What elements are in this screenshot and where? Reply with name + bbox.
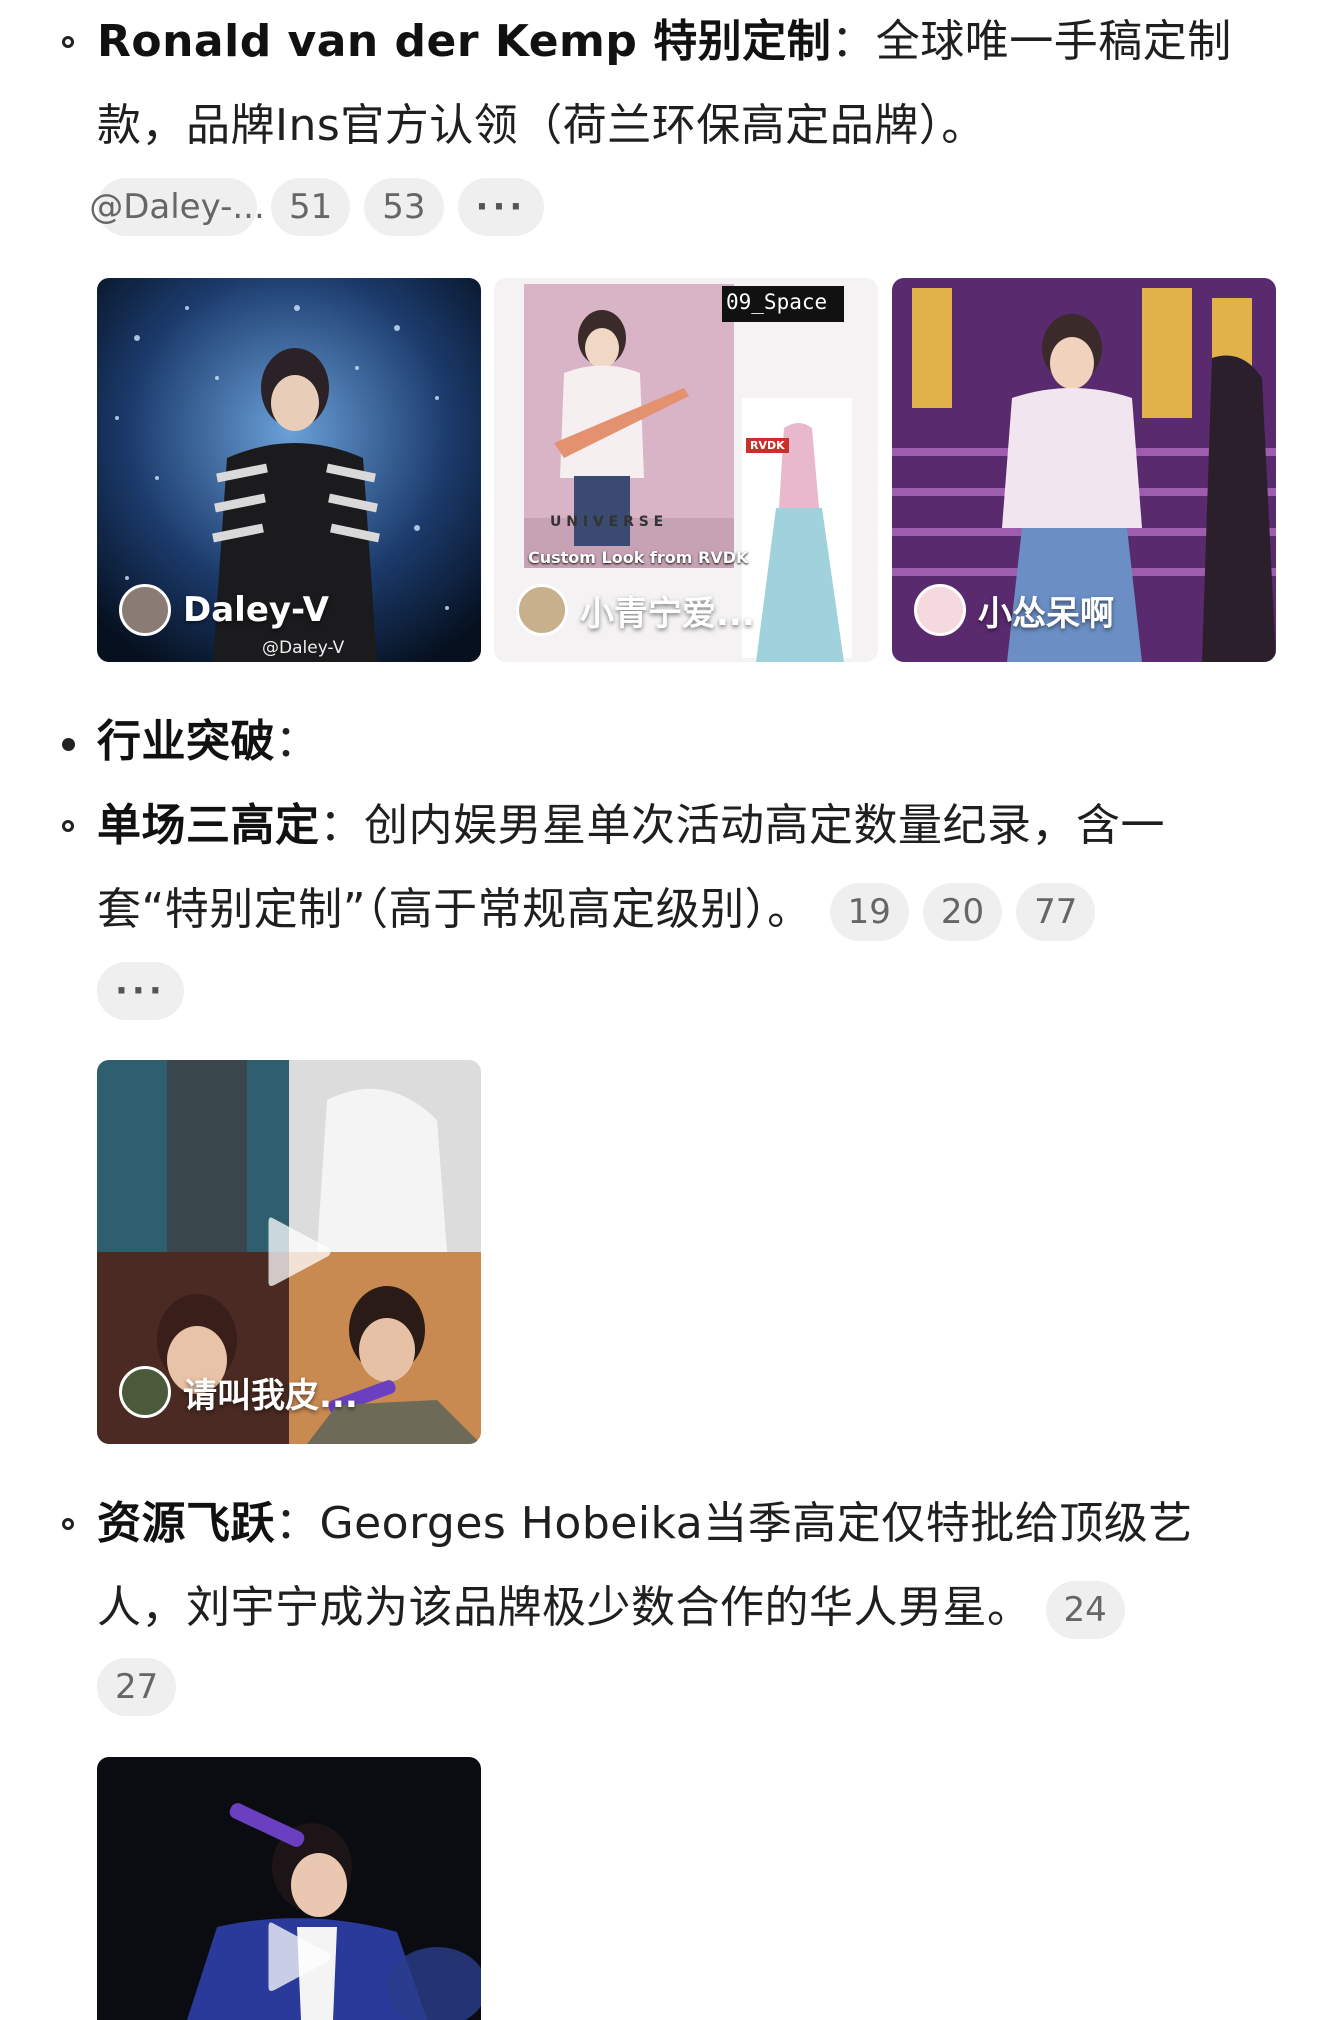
image-card-2[interactable]: 09_Space U N I V E R S E Custom Look fro… — [494, 278, 878, 662]
watermark: @Daley-V — [262, 638, 345, 658]
sketch-label: RVDK — [746, 438, 789, 453]
reference-pill[interactable]: 24 — [1045, 1581, 1125, 1639]
heading-resources: 资源飞跃 — [97, 1498, 275, 1549]
poster-caption: Custom Look from RVDK — [528, 548, 749, 567]
heading-industry: 行业突破 — [97, 716, 275, 767]
username: Daley-V — [183, 590, 329, 630]
video-card-2[interactable] — [97, 1757, 481, 2020]
bullet-hollow — [62, 1518, 74, 1530]
image-author[interactable]: 小青宁爱... — [516, 584, 755, 636]
image-card-1[interactable]: Daley-V @Daley-V — [97, 278, 481, 662]
reference-pill[interactable]: 27 — [97, 1658, 177, 1716]
reference-pill[interactable]: 51 — [271, 178, 351, 236]
play-icon[interactable] — [265, 1212, 335, 1292]
page: Ronald van der Kemp 特别定制：全球唯一手稿定制款，品牌Ins… — [0, 0, 1320, 2020]
image-author[interactable]: 小怂呆啊 — [914, 584, 1114, 636]
reference-pill[interactable]: 19 — [829, 883, 909, 941]
heading-industry-colon: ： — [275, 716, 320, 767]
video-card-1[interactable]: 请叫我皮... — [97, 1060, 481, 1444]
reference-pills-3: ··· — [97, 962, 198, 1020]
reference-pill[interactable]: 77 — [1016, 883, 1096, 941]
heading-three-couture: 单场三高定 — [97, 800, 320, 851]
reference-pills-4: 27 — [97, 1658, 190, 1716]
poster-tag: 09_Space — [726, 290, 828, 314]
image-card-3[interactable]: 小怂呆啊 — [892, 278, 1276, 662]
user-avatar — [516, 584, 568, 636]
paragraph-industry: 行业突破： — [97, 700, 1277, 784]
video-author[interactable]: 请叫我皮... — [119, 1366, 358, 1418]
bullet-solid — [62, 738, 75, 751]
username: 请叫我皮... — [183, 1375, 358, 1416]
play-icon[interactable] — [265, 1917, 335, 1997]
paragraph-rvdk: Ronald van der Kemp 特别定制：全球唯一手稿定制款，品牌Ins… — [97, 0, 1277, 168]
poster-word: U N I V E R S E — [550, 514, 664, 530]
user-avatar — [119, 584, 171, 636]
username: 小怂呆啊 — [978, 593, 1114, 634]
reference-pill[interactable]: 20 — [922, 883, 1003, 941]
bullet-hollow — [62, 36, 74, 48]
reference-pill-source[interactable]: @Daley-... — [89, 178, 265, 236]
more-references-button[interactable]: ··· — [97, 962, 184, 1020]
more-references-button[interactable]: ··· — [457, 178, 545, 236]
user-avatar — [914, 584, 966, 636]
bullet-hollow — [62, 820, 74, 832]
reference-pills-1: @Daley-... 51 53 ··· — [89, 178, 558, 236]
image-author[interactable]: Daley-V — [119, 584, 329, 636]
username: 小青宁爱... — [580, 593, 755, 634]
paragraph-resources: 资源飞跃：Georges Hobeika当季高定仅特批给顶级艺人，刘宇宁成为该品… — [97, 1482, 1277, 1650]
user-avatar — [119, 1366, 171, 1418]
paragraph-three-couture: 单场三高定：创内娱男星单次活动高定数量纪录，含一套“特别定制”（高于常规高定级别… — [97, 784, 1277, 952]
reference-pill[interactable]: 53 — [364, 178, 444, 236]
heading-rvdk: Ronald van der Kemp 特别定制 — [97, 16, 832, 67]
